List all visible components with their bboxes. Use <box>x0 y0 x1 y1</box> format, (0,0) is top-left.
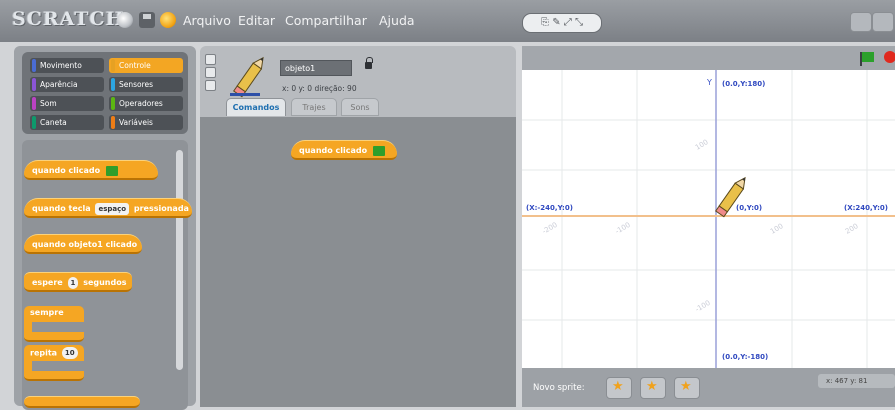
dont-rotate-icon[interactable] <box>205 80 216 91</box>
stage[interactable]: -200 -100 100 200 100 -100 Y (0.0,Y:180)… <box>522 70 895 368</box>
save-icon[interactable] <box>139 12 155 28</box>
block-repeat[interactable]: repita 10 <box>24 345 84 381</box>
small-stage-icon[interactable] <box>850 12 872 32</box>
paint-new-sprite-icon[interactable] <box>606 377 632 399</box>
green-flag-button[interactable] <box>860 52 874 66</box>
lock-icon[interactable] <box>365 57 373 69</box>
category-variaveis[interactable]: Variáveis <box>109 115 183 130</box>
green-flag-icon <box>105 165 118 176</box>
menu-compartilhar[interactable]: Compartilhar <box>285 13 367 28</box>
full-stage-icon[interactable] <box>872 12 894 32</box>
xy-grid: -200 -100 100 200 100 -100 <box>522 70 895 368</box>
wait-value-input[interactable]: 1 <box>67 276 79 289</box>
random-sprite-icon[interactable] <box>674 377 700 399</box>
svg-text:-200: -200 <box>541 221 559 236</box>
key-dropdown[interactable]: espaço <box>95 202 130 215</box>
scratch-logo: SCRATCH <box>12 8 125 30</box>
svg-text:-100: -100 <box>614 221 632 236</box>
menu-arquivo[interactable]: Arquivo <box>183 13 231 28</box>
rotate-all-around-icon[interactable] <box>205 54 216 65</box>
edit-tools-group[interactable]: ⎘ ✎ ⤢ ⤡ <box>522 13 602 33</box>
svg-text:100: 100 <box>694 138 710 152</box>
block-wait-prefix: espere <box>32 278 63 287</box>
block-when-key-pressed[interactable]: quando tecla espaço pressionada <box>24 198 192 218</box>
block-when-flag-text: quando clicado <box>32 166 101 175</box>
stop-button[interactable] <box>884 51 895 63</box>
share-icon[interactable] <box>160 12 176 28</box>
block-partial[interactable] <box>24 396 140 408</box>
sprite-coordinates: x: 0 y: 0 direção: 90 <box>282 84 357 93</box>
repeat-slot <box>32 361 84 371</box>
globe-language-icon[interactable] <box>117 12 133 28</box>
block-repeat-label: repita 10 <box>30 347 80 359</box>
stage-view-toggle[interactable] <box>850 12 895 32</box>
mouse-coordinates: x: 467 y: 81 <box>818 374 895 388</box>
palette-scrollbar[interactable] <box>176 150 183 370</box>
menu-ajuda[interactable]: Ajuda <box>379 13 415 28</box>
left-coordinate-label: (X:-240,Y:0) <box>526 204 573 212</box>
left-right-icon[interactable] <box>205 67 216 78</box>
script-when-flag-clicked[interactable]: quando clicado <box>291 140 397 160</box>
repeat-count-input[interactable]: 10 <box>61 347 78 359</box>
green-flag-icon <box>372 145 385 156</box>
block-when-key-prefix: quando tecla <box>32 204 91 213</box>
category-movimento[interactable]: Movimento <box>30 58 104 73</box>
block-when-sprite-clicked[interactable]: quando objeto1 clicado <box>24 234 142 254</box>
tab-comandos[interactable]: Comandos <box>226 98 286 116</box>
right-coordinate-label: (X:240,Y:0) <box>844 204 888 212</box>
block-wait-seconds[interactable]: espere 1 segundos <box>24 272 132 292</box>
tab-trajes[interactable]: Trajes <box>291 98 337 116</box>
stage-header <box>522 46 895 70</box>
block-when-flag-clicked[interactable]: quando clicado <box>24 160 158 180</box>
block-forever[interactable]: sempre <box>24 306 84 342</box>
y-axis-label: Y <box>707 78 712 87</box>
repeat-text: repita <box>30 348 58 358</box>
category-caneta[interactable]: Caneta <box>30 115 104 130</box>
block-when-key-suffix: pressionada <box>133 204 189 213</box>
category-aparencia[interactable]: Aparência <box>30 77 104 92</box>
menu-bar <box>0 0 895 42</box>
category-sensores[interactable]: Sensores <box>109 77 183 92</box>
category-som[interactable]: Som <box>30 96 104 111</box>
choose-sprite-file-icon[interactable] <box>640 377 666 399</box>
menu-editar[interactable]: Editar <box>238 13 275 28</box>
category-controle[interactable]: Controle <box>109 58 183 73</box>
bottom-coordinate-label: (0.0,Y:-180) <box>722 353 769 361</box>
category-selector: Movimento Controle Aparência Sensores So… <box>22 52 188 134</box>
forever-slot <box>32 322 84 332</box>
sprite-pencil-thumbnail <box>230 56 264 98</box>
block-wait-suffix: segundos <box>83 278 127 287</box>
tab-sons[interactable]: Sons <box>341 98 379 116</box>
svg-text:-100: -100 <box>694 299 712 314</box>
top-coordinate-label: (0.0,Y:180) <box>722 80 766 88</box>
svg-text:200: 200 <box>844 222 860 236</box>
block-forever-label: sempre <box>30 308 64 317</box>
category-operadores[interactable]: Operadores <box>109 96 183 111</box>
pencil-sprite[interactable] <box>710 170 756 220</box>
sprite-name-field[interactable]: objeto1 <box>280 60 352 76</box>
script-block-text: quando clicado <box>299 146 368 155</box>
svg-text:100: 100 <box>769 222 785 236</box>
new-sprite-label: Novo sprite: <box>533 383 585 393</box>
